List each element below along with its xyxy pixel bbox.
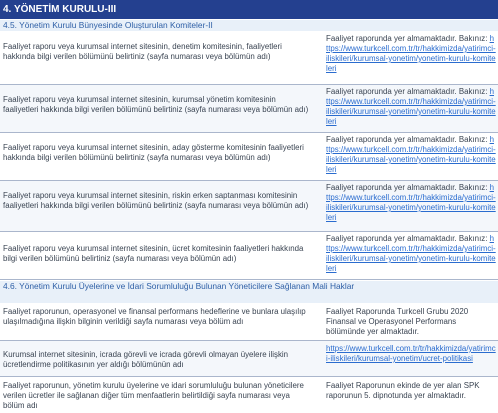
table-row: Faaliyet raporu veya kurumsal internet s…	[0, 232, 498, 280]
answer-text: Faaliyet raporunda yer almamaktadır. Bak…	[326, 135, 490, 144]
table-row: Faaliyet raporu veya kurumsal internet s…	[0, 133, 498, 181]
table-row: Faaliyet raporu veya kurumsal internet s…	[0, 181, 498, 232]
table-row: Faaliyet raporu veya kurumsal internet s…	[0, 32, 498, 85]
answer-text: Faaliyet raporunda yer almamaktadır. Bak…	[326, 87, 490, 96]
row-question: Kurumsal internet sitesinin, icrada göre…	[3, 350, 289, 369]
answer-text: Faaliyet raporunda yer almamaktadır. Bak…	[326, 183, 490, 192]
table-row: Faaliyet raporu veya kurumsal internet s…	[0, 85, 498, 133]
subsection-title-compensation: 4.6. Yönetim Kurulu Üyelerine ve İdari S…	[0, 281, 498, 303]
subsection-title-committees: 4.5. Yönetim Kurulu Bünyesinde Oluşturul…	[0, 20, 498, 31]
row-answer: Faaliyet raporunda yer almamaktadır. Bak…	[326, 135, 496, 175]
answer-text: Faaliyet raporunda yer almamaktadır. Bak…	[326, 234, 490, 243]
row-question: Faaliyet raporu veya kurumsal internet s…	[3, 244, 304, 263]
row-question: Faaliyet raporunun, operasyonel ve finan…	[3, 307, 306, 326]
answer-text: Faaliyet Raporunun ekinde de yer alan SP…	[326, 381, 480, 400]
row-answer: Faaliyet raporunda yer almamaktadır. Bak…	[326, 183, 496, 223]
answer-link[interactable]: https://www.turkcell.com.tr/tr/hakkimizd…	[326, 344, 496, 363]
section-header: 4. YÖNETİM KURULU-III	[0, 0, 498, 19]
row-answer: Faaliyet Raporunun ekinde de yer alan SP…	[326, 381, 496, 401]
table-row: Faaliyet raporunun, yönetim kurulu üyele…	[0, 377, 498, 413]
row-question: Faaliyet raporunun, yönetim kurulu üyele…	[3, 381, 304, 410]
row-question: Faaliyet raporu veya kurumsal internet s…	[3, 143, 304, 162]
row-answer: https://www.turkcell.com.tr/tr/hakkimizd…	[326, 344, 496, 364]
answer-text: Faaliyet raporunda yer almamaktadır. Bak…	[326, 34, 490, 43]
row-question: Faaliyet raporu veya kurumsal internet s…	[3, 191, 309, 210]
row-question: Faaliyet raporu veya kurumsal internet s…	[3, 95, 309, 114]
row-answer: Faaliyet raporunda yer almamaktadır. Bak…	[326, 234, 496, 274]
table-row: Kurumsal internet sitesinin, icrada göre…	[0, 341, 498, 377]
row-answer: Faaliyet raporunda yer almamaktadır. Bak…	[326, 34, 496, 74]
row-question: Faaliyet raporu veya kurumsal internet s…	[3, 42, 282, 61]
answer-text: Faaliyet Raporunda Turkcell Grubu 2020 F…	[326, 307, 469, 336]
table-row: Faaliyet raporunun, operasyonel ve finan…	[0, 304, 498, 341]
row-answer: Faaliyet Raporunda Turkcell Grubu 2020 F…	[326, 307, 496, 337]
row-answer: Faaliyet raporunda yer almamaktadır. Bak…	[326, 87, 496, 127]
